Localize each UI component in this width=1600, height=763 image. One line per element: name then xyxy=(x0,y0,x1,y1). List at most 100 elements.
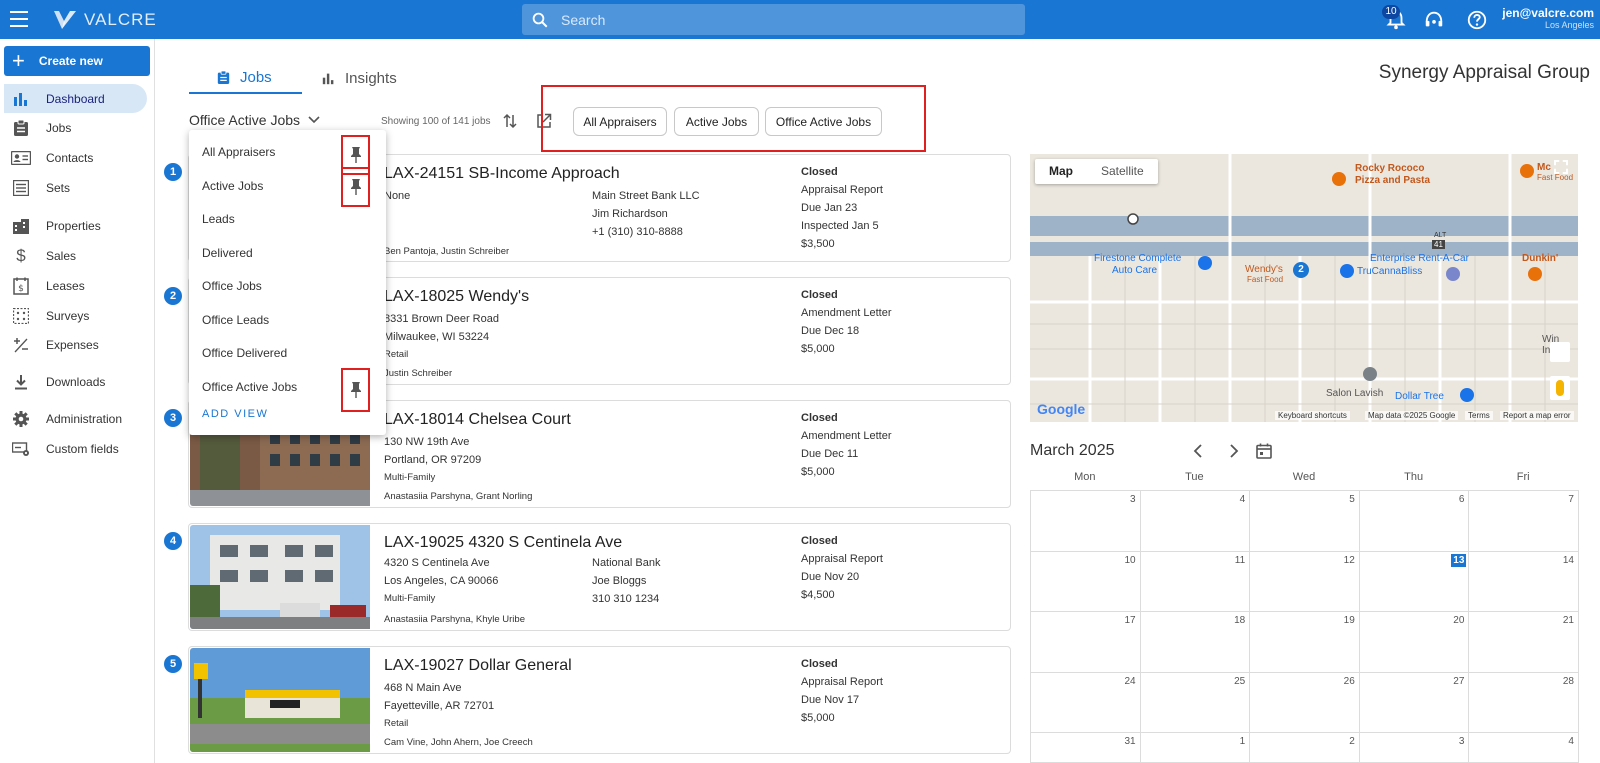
sidebar-item-jobs[interactable]: Jobs xyxy=(4,113,147,142)
job-address-line-1: 8331 Brown Deer Road xyxy=(384,313,499,325)
chevron-left-icon[interactable] xyxy=(1192,443,1206,459)
job-title[interactable]: LAX-19025 4320 S Centinela Ave xyxy=(384,534,622,552)
calendar-day-cell[interactable]: 11 xyxy=(1139,550,1251,612)
calendar-day-cell[interactable]: 7 xyxy=(1468,490,1579,552)
calendar-day-cell[interactable]: 17 xyxy=(1030,611,1141,673)
calendar-day-cell[interactable]: 20 xyxy=(1358,611,1470,673)
menu-item-office-leads[interactable]: Office Leads xyxy=(202,313,269,327)
shopping-pin-icon[interactable] xyxy=(1340,264,1354,278)
chip-active-jobs[interactable]: Active Jobs xyxy=(674,107,759,136)
calendar-day-cell[interactable]: 3 xyxy=(1358,732,1470,763)
calendar-day-cell[interactable]: 24 xyxy=(1030,671,1141,733)
map-type-satellite-button[interactable]: Satellite xyxy=(1087,159,1158,184)
job-inspected: Inspected Jan 5 xyxy=(801,220,879,232)
tab-insights[interactable]: Insights xyxy=(322,63,397,94)
menu-item-delivered[interactable]: Delivered xyxy=(202,246,253,260)
sidebar-item-downloads[interactable]: Downloads xyxy=(4,367,147,396)
sidebar-item-sets[interactable]: Sets xyxy=(4,173,147,202)
search-input[interactable] xyxy=(561,11,1001,28)
fullscreen-icon[interactable] xyxy=(1554,160,1568,174)
job-marker-2[interactable]: 2 xyxy=(1293,262,1309,278)
salon-pin-icon[interactable] xyxy=(1363,367,1377,381)
valcre-logo[interactable]: VALCRE xyxy=(52,8,157,32)
job-card[interactable]: LAX-19025 4320 S Centinela Ave 4320 S Ce… xyxy=(188,523,1011,631)
menu-item-office-jobs[interactable]: Office Jobs xyxy=(202,279,262,293)
menu-item-office-active-jobs[interactable]: Office Active Jobs xyxy=(202,380,297,394)
job-title[interactable]: LAX-19027 Dollar General xyxy=(384,657,572,675)
pegman-icon[interactable] xyxy=(1550,376,1570,400)
calendar-day-cell[interactable]: 25 xyxy=(1139,671,1251,733)
calendar-day-cell[interactable]: 4 xyxy=(1468,732,1579,763)
shopping-pin-icon[interactable] xyxy=(1460,388,1474,402)
calendar-day-cell[interactable]: 21 xyxy=(1468,611,1579,673)
calendar-day-number: 26 xyxy=(1343,675,1355,687)
sidebar-item-administration[interactable]: Administration xyxy=(4,404,147,433)
chevron-right-icon[interactable] xyxy=(1226,443,1240,459)
add-view-button[interactable]: ADD VIEW xyxy=(202,408,268,420)
sidebar-item-expenses[interactable]: Expenses xyxy=(4,330,147,359)
job-title[interactable]: LAX-18025 Wendy's xyxy=(384,288,529,306)
calendar-day-cell[interactable]: 31 xyxy=(1030,732,1141,763)
sidebar-item-properties[interactable]: Properties xyxy=(4,211,147,240)
user-account[interactable]: jen@valcre.com Los Angeles xyxy=(1502,6,1594,30)
sidebar-item-surveys[interactable]: Surveys xyxy=(4,301,147,330)
calendar-day-cell[interactable]: 3 xyxy=(1030,490,1141,552)
calendar-day-cell[interactable]: 28 xyxy=(1468,671,1579,733)
pin-button-office-active-jobs[interactable] xyxy=(341,368,370,412)
report-map-error-link[interactable]: Report a map error xyxy=(1500,411,1574,420)
sidebar-item-sales[interactable]: $ Sales xyxy=(4,241,147,270)
chip-office-active-jobs[interactable]: Office Active Jobs xyxy=(765,107,882,136)
calendar-day-cell[interactable]: 27 xyxy=(1358,671,1470,733)
menu-item-leads[interactable]: Leads xyxy=(202,212,235,226)
restaurant-pin-icon[interactable] xyxy=(1520,164,1534,178)
calendar-day-cell[interactable]: 6 xyxy=(1358,490,1470,552)
shopping-pin-icon[interactable] xyxy=(1198,256,1212,270)
job-title[interactable]: LAX-24151 SB-Income Approach xyxy=(384,165,620,183)
sidebar-item-leases[interactable]: $ Leases xyxy=(4,271,147,300)
calendar-day-cell[interactable]: 26 xyxy=(1249,671,1360,733)
job-phone[interactable]: 310 310 1234 xyxy=(592,593,659,605)
menu-item-office-delivered[interactable]: Office Delivered xyxy=(202,346,287,360)
calendar-day-cell[interactable]: 12 xyxy=(1249,550,1360,612)
create-new-label: Create new xyxy=(38,54,103,68)
calendar-icon[interactable] xyxy=(1256,443,1272,459)
cafe-pin-icon[interactable] xyxy=(1528,267,1542,281)
calendar-day-cell[interactable]: 10 xyxy=(1030,550,1141,612)
job-number-badge: 3 xyxy=(164,409,182,427)
help-icon[interactable] xyxy=(1466,9,1488,31)
menu-item-active-jobs[interactable]: Active Jobs xyxy=(202,179,263,193)
job-phone[interactable]: +1 (310) 310-8888 xyxy=(592,226,683,238)
calendar-day-cell[interactable]: 2 xyxy=(1249,732,1360,763)
map-label-wendys: Wendy's xyxy=(1245,264,1283,275)
tab-jobs[interactable]: Jobs xyxy=(189,63,302,94)
calendar-day-cell[interactable]: 13 xyxy=(1358,550,1470,612)
create-new-button[interactable]: + Create new xyxy=(4,46,150,76)
restaurant-pin-icon[interactable] xyxy=(1332,172,1346,186)
sidebar-item-dashboard[interactable]: Dashboard xyxy=(4,84,147,113)
chip-all-appraisers[interactable]: All Appraisers xyxy=(573,107,667,136)
menu-item-all-appraisers[interactable]: All Appraisers xyxy=(202,145,275,159)
job-title[interactable]: LAX-18014 Chelsea Court xyxy=(384,411,571,429)
view-select-dropdown[interactable]: Office Active Jobs xyxy=(189,112,320,128)
calendar-day-cell[interactable]: 5 xyxy=(1249,490,1360,552)
tab-jobs-label: Jobs xyxy=(240,69,272,86)
map-view[interactable]: Map Satellite Rocky Rococo Pizza and Pas… xyxy=(1030,154,1578,422)
sidebar-item-custom-fields[interactable]: Custom fields xyxy=(4,434,147,463)
menu-icon[interactable] xyxy=(10,11,28,27)
support-headset-icon[interactable] xyxy=(1423,9,1445,31)
calendar-day-cell[interactable]: 1 xyxy=(1139,732,1251,763)
sidebar-item-contacts[interactable]: Contacts xyxy=(4,143,147,172)
calendar-day-cell[interactable]: 19 xyxy=(1249,611,1360,673)
keyboard-shortcuts-link[interactable]: Keyboard shortcuts xyxy=(1275,411,1350,420)
job-card[interactable]: LAX-19027 Dollar General 468 N Main Ave … xyxy=(188,646,1011,754)
terms-link[interactable]: Terms xyxy=(1465,411,1493,420)
pin-button-active-jobs[interactable] xyxy=(341,167,370,207)
car-rental-pin-icon[interactable] xyxy=(1446,267,1460,281)
map-type-map-button[interactable]: Map xyxy=(1035,159,1087,184)
calendar-day-cell[interactable]: 18 xyxy=(1139,611,1251,673)
search-bar[interactable] xyxy=(522,4,1025,35)
recenter-icon[interactable] xyxy=(1550,342,1570,362)
calendar-day-cell[interactable]: 4 xyxy=(1139,490,1251,552)
sort-icon[interactable] xyxy=(503,113,517,129)
calendar-day-cell[interactable]: 14 xyxy=(1468,550,1579,612)
